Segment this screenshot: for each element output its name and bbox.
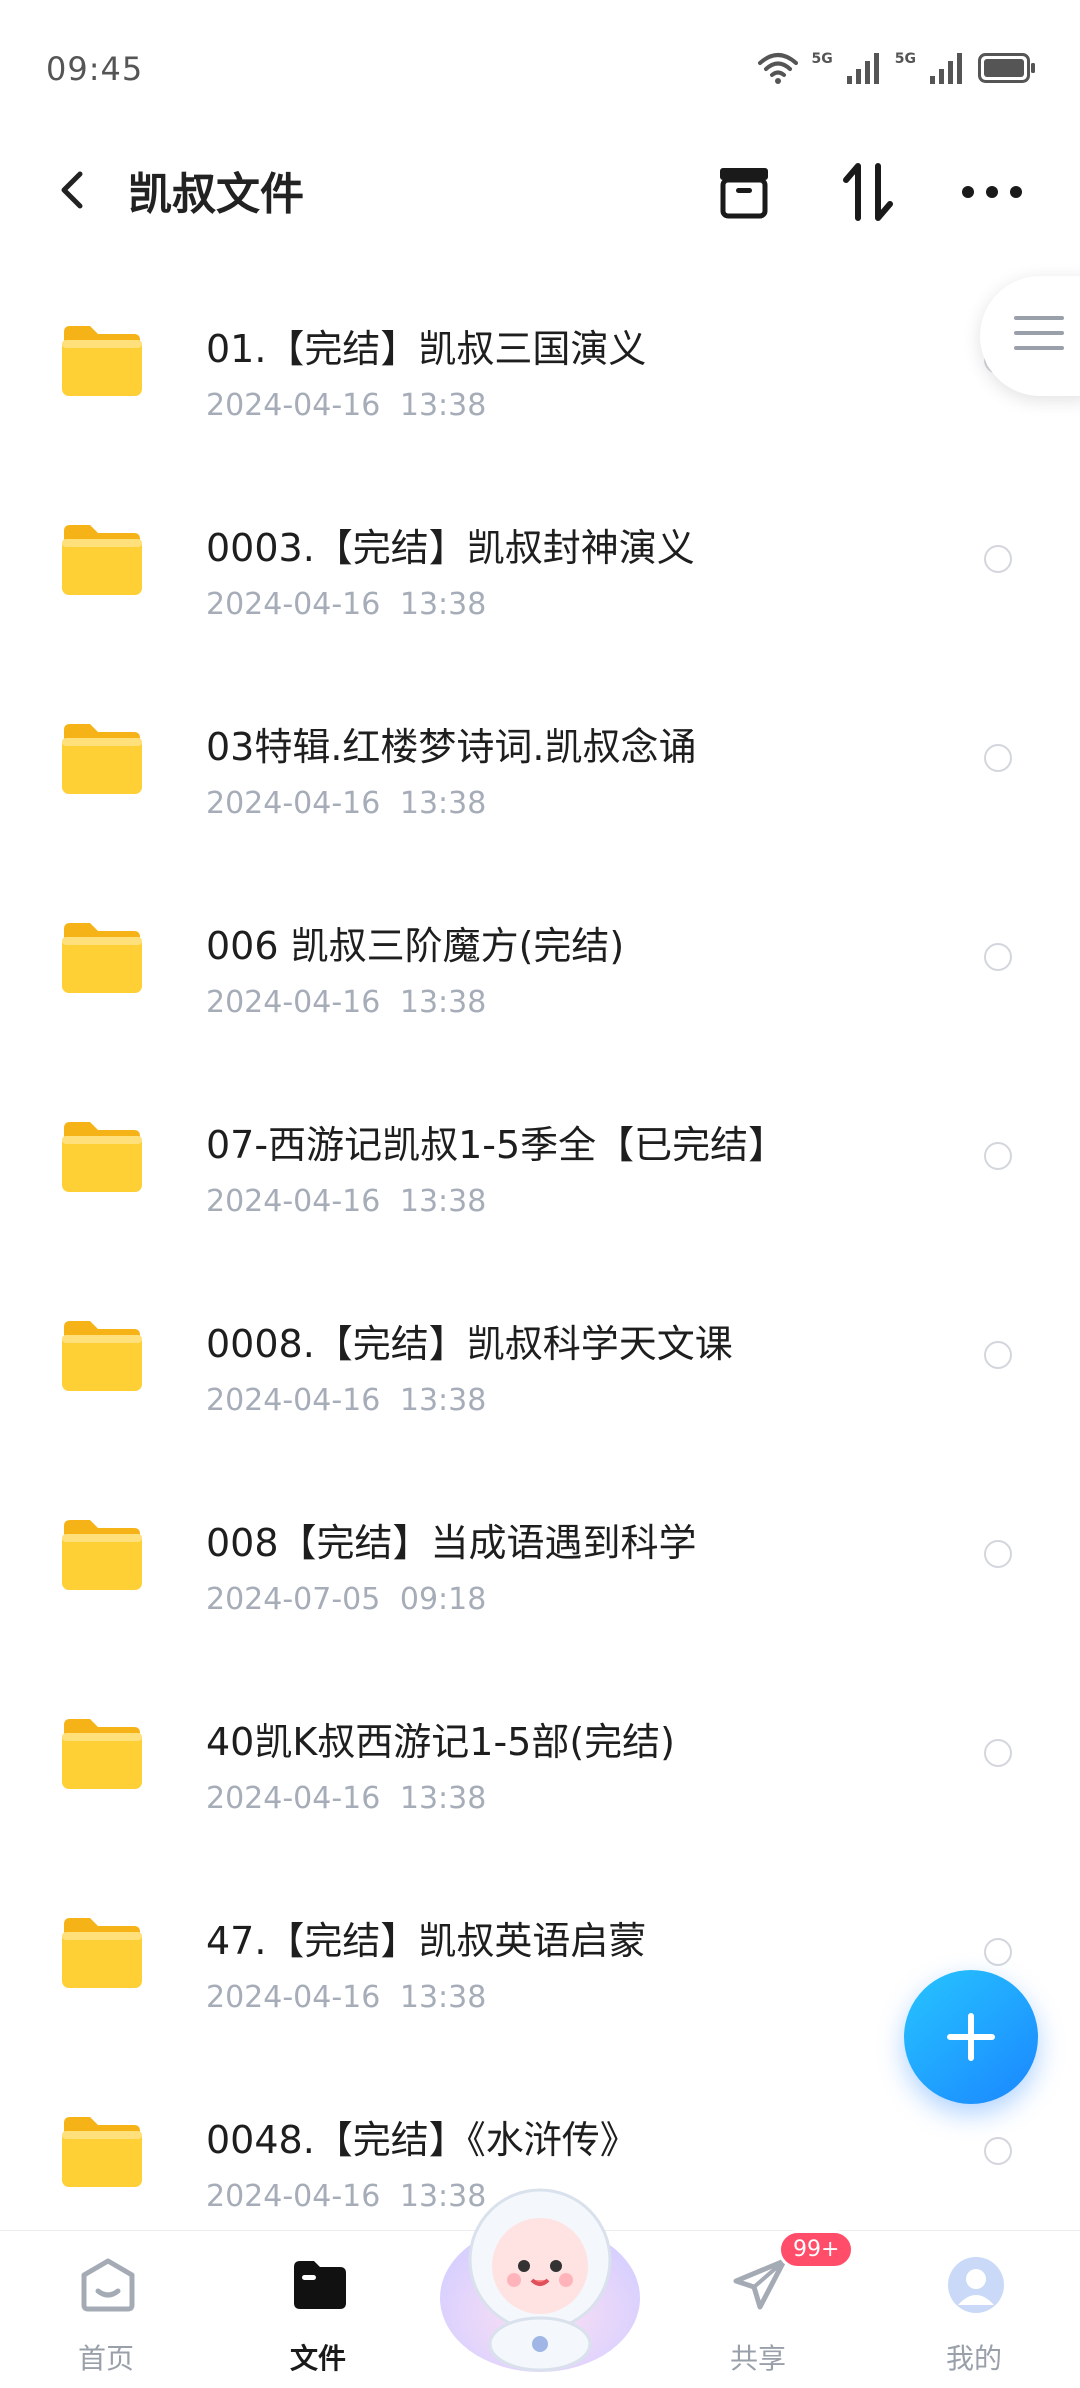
mascot-button[interactable] — [430, 2168, 650, 2378]
more-horizontal-icon — [962, 186, 1022, 198]
share-count-badge: 99+ — [778, 2230, 855, 2269]
status-icons: 5G 5G — [757, 48, 1036, 88]
add-button[interactable] — [904, 1970, 1038, 2104]
file-name: 40凯K叔西游记1-5部(完结) — [206, 1720, 675, 1764]
file-row[interactable]: 008【完结】当成语遇到科学 2024-07-05 09:18 — [0, 1444, 1080, 1643]
folder-icon — [62, 1520, 142, 1590]
select-radio[interactable] — [984, 1142, 1012, 1170]
file-name: 006 凯叔三阶魔方(完结) — [206, 924, 625, 968]
file-date: 2024-04-16 13:38 — [206, 587, 487, 622]
select-radio[interactable] — [984, 2137, 1012, 2165]
file-name: 03特辑.红楼梦诗词.凯叔念诵 — [206, 725, 697, 769]
folder-icon — [62, 1321, 142, 1391]
folder-icon — [62, 1122, 142, 1192]
select-radio[interactable] — [984, 1739, 1012, 1767]
file-name: 47.【完结】凯叔英语启蒙 — [206, 1919, 647, 1963]
file-date: 2024-04-16 13:38 — [206, 388, 487, 423]
folder-icon — [62, 1918, 142, 1988]
file-date: 2024-04-16 13:38 — [206, 1980, 487, 2015]
select-radio[interactable] — [984, 1938, 1012, 1966]
status-bar: 09:45 5G 5G — [0, 0, 1080, 130]
plus-icon — [947, 2013, 995, 2061]
avatar-icon — [948, 2257, 1004, 2313]
select-radio[interactable] — [984, 1341, 1012, 1369]
send-icon — [733, 2258, 787, 2310]
chevron-left-icon — [61, 171, 83, 209]
nav-files-label: 文件 — [289, 2342, 346, 2375]
file-list: 01.【完结】凯叔三国演义 2024-04-16 13:38 0003.【完结】凯叔… — [0, 250, 1080, 2230]
top-app-bar: 凯叔文件 — [0, 130, 1080, 250]
folder-icon — [62, 923, 142, 993]
file-date: 2024-04-16 13:38 — [206, 1383, 487, 1418]
file-name: 0003.【完结】凯叔封神演义 — [206, 526, 695, 570]
menu-lines-icon — [1014, 316, 1064, 361]
file-name: 01.【完结】凯叔三国演义 — [206, 327, 647, 371]
wifi-icon — [757, 53, 798, 84]
folder-icon — [62, 724, 142, 794]
nav-home-label: 首页 — [77, 2342, 134, 2375]
network-5g-label-2: 5G — [894, 51, 916, 67]
nav-mine-label: 我的 — [945, 2342, 1002, 2375]
file-row[interactable]: 006 凯叔三阶魔方(完结) 2024-04-16 13:38 — [0, 847, 1080, 1046]
astronaut-mascot-icon — [440, 2188, 640, 2372]
nav-mine[interactable]: 我的 — [904, 2245, 1044, 2385]
network-5g-label-1: 5G — [811, 51, 833, 67]
folder-icon — [62, 1719, 142, 1789]
folder-icon — [62, 326, 142, 396]
select-radio[interactable] — [984, 943, 1012, 971]
file-name: 07-西游记凯叔1-5季全【已完结】 — [206, 1123, 787, 1167]
battery-icon — [978, 53, 1035, 83]
file-date: 2024-07-05 09:18 — [206, 1582, 487, 1617]
home-smile-icon — [81, 2258, 135, 2312]
file-row[interactable]: 0003.【完结】凯叔封神演义 2024-04-16 13:38 — [0, 449, 1080, 648]
more-options-button[interactable] — [956, 156, 1028, 228]
file-row[interactable]: 40凯K叔西游记1-5部(完结) 2024-04-16 13:38 — [0, 1643, 1080, 1842]
file-date: 2024-04-16 13:38 — [206, 786, 487, 821]
file-row[interactable]: 01.【完结】凯叔三国演义 2024-04-16 13:38 — [0, 250, 1080, 449]
folder-icon — [62, 2117, 142, 2187]
signal-icon-2 — [930, 53, 962, 84]
file-date: 2024-04-16 13:38 — [206, 1781, 487, 1816]
nav-share-label: 共享 — [729, 2342, 786, 2375]
folder-filled-icon — [294, 2261, 346, 2309]
nav-files[interactable]: 文件 — [248, 2245, 388, 2385]
signal-icon — [846, 53, 879, 84]
file-row[interactable]: 03特辑.红楼梦诗词.凯叔念诵 2024-04-16 13:38 — [0, 648, 1080, 847]
file-name: 008【完结】当成语遇到科学 — [206, 1521, 697, 1565]
file-row[interactable]: 07-西游记凯叔1-5季全【已完结】 2024-04-16 13:38 — [0, 1046, 1080, 1245]
select-radio[interactable] — [984, 1540, 1012, 1568]
file-name: 0008.【完结】凯叔科学天文课 — [206, 1322, 733, 1366]
file-name: 0048.【完结】《水浒传》 — [206, 2118, 638, 2162]
file-date: 2024-04-16 13:38 — [206, 985, 487, 1020]
folder-icon — [62, 525, 142, 595]
archive-button[interactable] — [708, 156, 780, 228]
back-button[interactable] — [48, 160, 104, 220]
select-radio[interactable] — [984, 744, 1012, 772]
file-date: 2024-04-16 13:38 — [206, 1184, 487, 1219]
select-radio[interactable] — [984, 545, 1012, 573]
archive-icon — [720, 168, 768, 219]
sort-button[interactable] — [832, 156, 904, 228]
status-time: 09:45 — [46, 50, 144, 88]
nav-home[interactable]: 首页 — [36, 2245, 176, 2385]
page-title: 凯叔文件 — [128, 169, 304, 220]
sort-icon — [843, 163, 893, 221]
file-row[interactable]: 0008.【完结】凯叔科学天文课 2024-04-16 13:38 — [0, 1245, 1080, 1444]
